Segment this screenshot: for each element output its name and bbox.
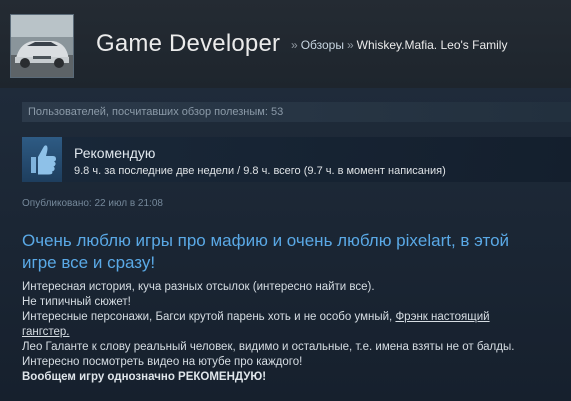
recommendation-box: Рекомендую 9.8 ч. за последние две недел… [22,137,571,182]
review-body-line: Лео Галанте к слову реальный человек, ви… [22,341,515,353]
recommendation-verdict: Рекомендую [74,145,156,161]
review-body-line: Вообщем игру однозначно РЕКОМЕНДУЮ! [22,371,267,383]
profile-name[interactable]: Game Developer [96,30,280,58]
review-title: Очень люблю игры про мафию и очень люблю… [22,230,571,274]
review-body: Интересная история, куча разных отсылок … [22,280,567,385]
frank-gangster-link[interactable]: Фрэнк настоящий [395,311,489,323]
helpful-count-bar: Пользователей, посчитавших обзор полезны… [22,102,571,122]
posted-date: Опубликовано: 22 июл в 21:08 [22,198,163,209]
breadcrumb-reviews-link[interactable]: Обзоры [301,38,344,52]
breadcrumb-separator: » [346,38,354,52]
thumbs-up-icon[interactable] [22,137,62,182]
breadcrumb: » Обзоры» Whiskey.Mafia. Leo's Family [288,38,507,52]
avatar[interactable] [10,14,74,78]
review-body-line: Интересные персонажи, Багси крутой парен… [22,311,396,323]
review-title-line: игре все и сразу! [22,253,156,272]
profile-header: Game Developer » Обзоры» Whiskey.Mafia. Le… [0,0,571,88]
frank-gangster-link[interactable]: гангстер. [22,326,70,338]
review-content: Пользователей, посчитавших обзор полезны… [0,88,571,401]
review-body-line: Интересно посмотреть видео на ютубе про … [22,356,303,368]
review-body-line: Интересная история, куча разных отсылок … [22,281,375,293]
breadcrumb-separator: » [291,38,298,52]
car-photo-icon [11,15,73,77]
playtime-hours: 9.8 ч. за последние две недели / 9.8 ч. … [74,165,446,177]
review-title-line: Очень люблю игры про мафию и очень люблю… [22,231,510,250]
review-body-line: Не типичный сюжет! [22,296,131,308]
breadcrumb-game-link[interactable]: Whiskey.Mafia. Leo's Family [357,38,508,52]
